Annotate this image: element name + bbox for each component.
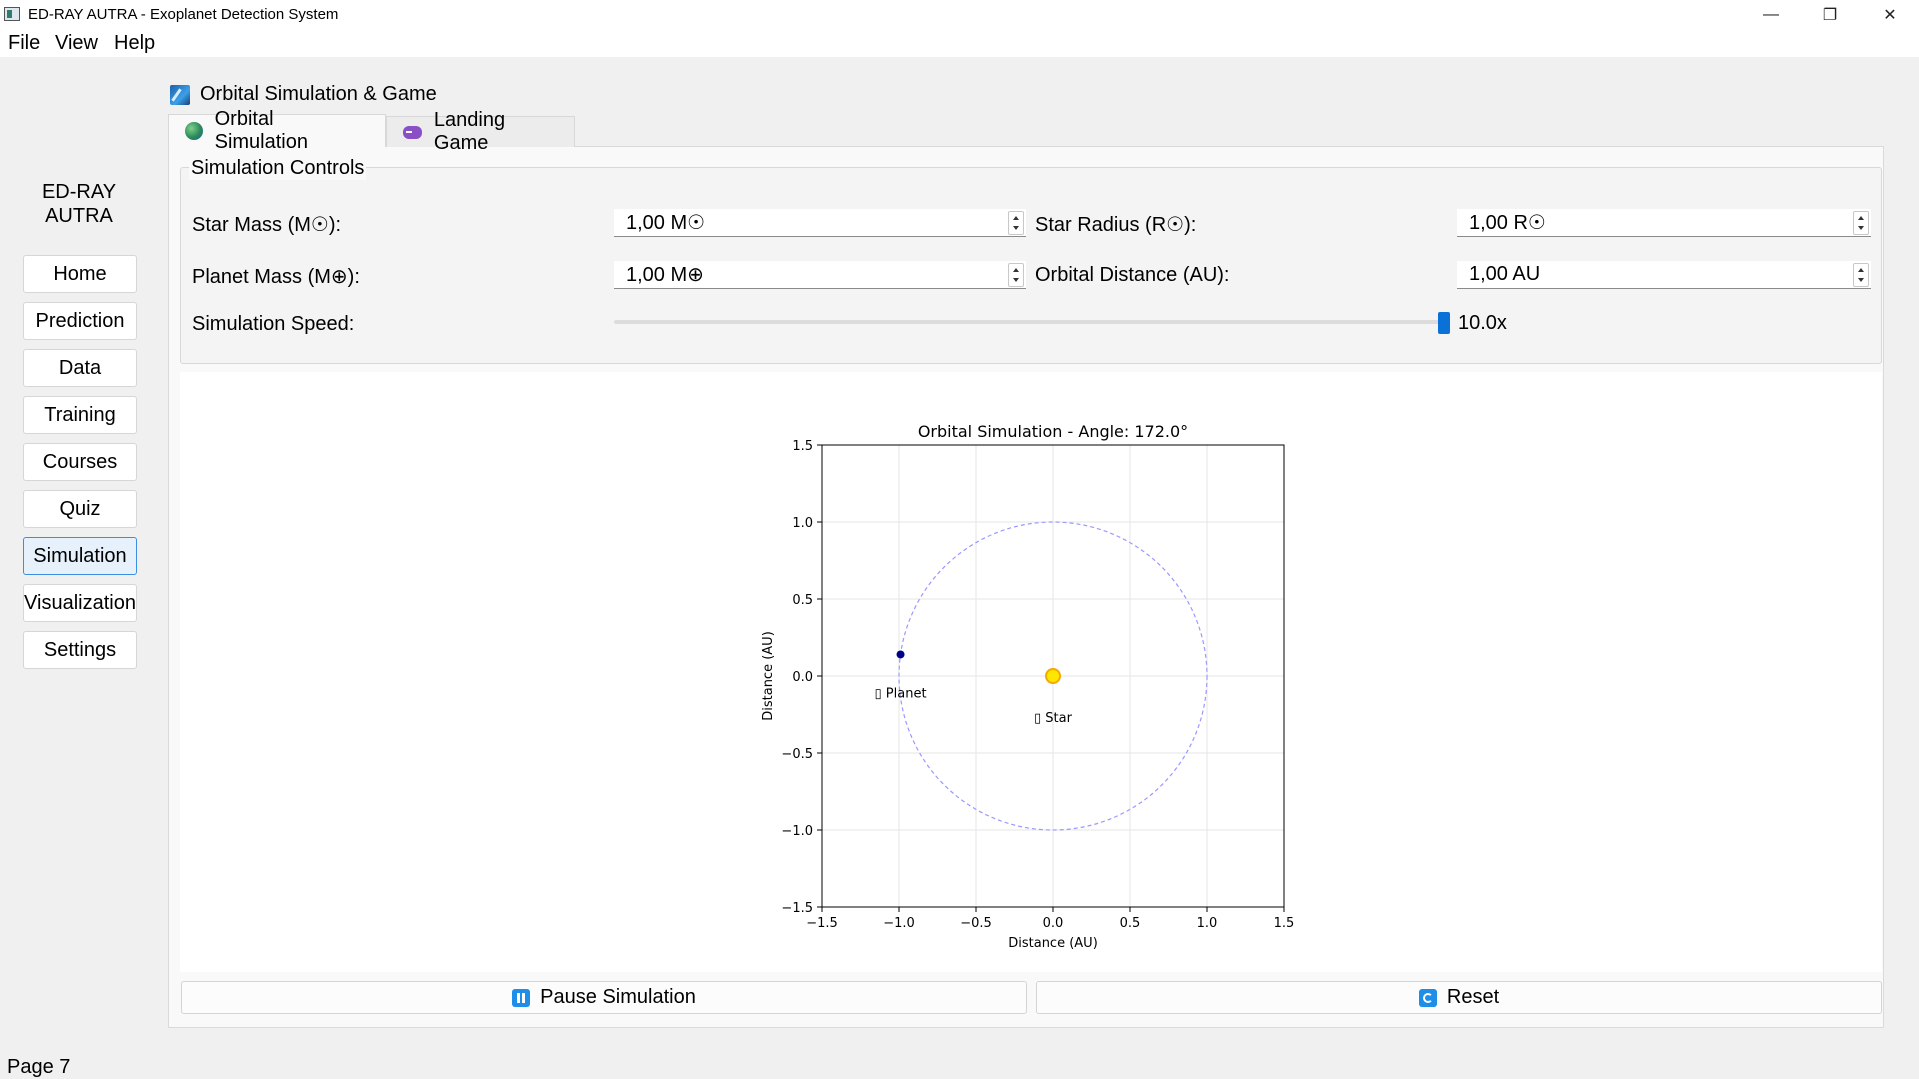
y-tick-label: 1.0 [792, 516, 813, 531]
star-radius-spinbox[interactable]: 1,00 R☉ [1457, 209, 1871, 237]
spin-arrows-icon[interactable] [1008, 210, 1024, 235]
star-radius-label: Star Radius (R☉): [1035, 214, 1197, 236]
sidebar-item-simulation[interactable]: Simulation [23, 537, 137, 575]
star-mass-value: 1,00 M☉ [626, 212, 706, 234]
sidebar-item-home[interactable]: Home [23, 255, 137, 293]
tab-label: Orbital Simulation [214, 108, 308, 153]
pause-simulation-button[interactable]: Pause Simulation [181, 981, 1027, 1014]
sidebar-item-settings[interactable]: Settings [23, 631, 137, 669]
sidebar-item-training[interactable]: Training [23, 396, 137, 434]
planet-mass-label: Planet Mass (M⊕): [192, 266, 360, 288]
group-title: Simulation Controls [189, 157, 367, 180]
star-mass-label: Star Mass (M☉): [192, 214, 342, 236]
planet-mass-spinbox[interactable]: 1,00 M⊕ [614, 261, 1026, 289]
y-tick-label: 1.5 [792, 439, 813, 454]
orbital-distance-label: Orbital Distance (AU): [1035, 264, 1230, 286]
y-axis-label: Distance (AU) [761, 631, 776, 721]
brand-line-2: AUTRA [45, 205, 113, 227]
brand-label: ED-RAY AUTRA [18, 180, 140, 228]
title-bar: ED-RAY AUTRA - Exoplanet Detection Syste… [0, 0, 1919, 29]
sidebar-item-data[interactable]: Data [23, 349, 137, 387]
star-marker [1045, 668, 1061, 684]
y-tick-label: 0.5 [792, 593, 813, 608]
speed-value: 10.0x [1458, 312, 1507, 334]
page-title-text: Orbital Simulation & Game [200, 83, 437, 105]
x-tick-label: −1.0 [883, 916, 915, 931]
minimize-button[interactable]: — [1742, 0, 1800, 29]
globe-icon [185, 122, 203, 140]
sidebar-item-quiz[interactable]: Quiz [23, 490, 137, 528]
tab-orbital-simulation[interactable]: Orbital Simulation [168, 108, 386, 153]
tab-landing-game[interactable]: Landing Game [386, 109, 575, 154]
pause-icon [512, 988, 531, 1007]
sidebar-item-courses[interactable]: Courses [23, 443, 137, 481]
orbital-plot-canvas: −1.5 1.5 −1.0 1.0 −0.5 0.5 0.0 0.0 0.5 −0.5 1.0 −1.… [180, 372, 1882, 972]
orbital-distance-spinbox[interactable]: 1,00 AU [1457, 261, 1871, 289]
x-tick-label: −0.5 [960, 916, 992, 931]
x-tick-label: 0.5 [1120, 916, 1141, 931]
y-tick-label: 0.0 [792, 670, 813, 685]
sidebar-item-prediction[interactable]: Prediction [23, 302, 137, 340]
planet-mass-value: 1,00 M⊕ [626, 264, 704, 286]
x-tick-label: 1.5 [1274, 916, 1295, 931]
gamepad-icon [403, 125, 422, 139]
y-tick-label: −1.5 [781, 901, 813, 916]
pause-label: Pause Simulation [540, 986, 696, 1008]
window-title: ED-RAY AUTRA - Exoplanet Detection Syste… [28, 6, 339, 23]
menu-help[interactable]: Help [114, 32, 155, 55]
restore-button[interactable]: ❐ [1801, 0, 1859, 29]
brand-line-1: ED-RAY [41, 181, 117, 203]
app-icon [4, 7, 20, 21]
spin-arrows-icon[interactable] [1853, 210, 1869, 235]
tab-label: Landing Game [433, 109, 506, 154]
page-title: Orbital Simulation & Game [170, 83, 437, 106]
menu-bar: File View Help [0, 29, 1919, 57]
speed-label: Simulation Speed: [192, 313, 355, 335]
reset-icon [1418, 988, 1437, 1007]
orbital-plot-svg: −1.5 1.5 −1.0 1.0 −0.5 0.5 0.0 0.0 0.5 −0.5 1.0 −1.… [761, 422, 1295, 951]
x-tick-label: 1.0 [1197, 916, 1218, 931]
planet-marker [896, 650, 905, 659]
planet-label: ▯ Planet [875, 686, 927, 701]
sidebar-item-visualization[interactable]: Visualization [23, 584, 137, 622]
reset-button[interactable]: Reset [1036, 981, 1882, 1014]
star-mass-spinbox[interactable]: 1,00 M☉ [614, 209, 1026, 237]
status-bar-page: Page 7 [7, 1056, 71, 1078]
speed-slider-handle[interactable] [1438, 312, 1450, 334]
spin-arrows-icon[interactable] [1853, 262, 1869, 287]
x-tick-label: 0.0 [1043, 916, 1064, 931]
menu-view[interactable]: View [55, 32, 98, 55]
menu-file[interactable]: File [8, 32, 40, 55]
comet-icon [170, 84, 190, 105]
orbital-distance-value: 1,00 AU [1469, 263, 1541, 285]
spin-arrows-icon[interactable] [1008, 262, 1024, 287]
chart-title: Orbital Simulation - Angle: 172.0° [918, 422, 1188, 441]
x-tick-label: −1.5 [806, 916, 838, 931]
star-radius-value: 1,00 R☉ [1469, 212, 1546, 234]
close-button[interactable]: ✕ [1861, 0, 1919, 29]
reset-label: Reset [1446, 986, 1500, 1008]
y-tick-label: −0.5 [781, 747, 813, 762]
x-axis-label: Distance (AU) [1008, 936, 1098, 951]
star-label: ▯ Star [1034, 711, 1073, 726]
y-tick-label: −1.0 [781, 824, 813, 839]
speed-slider-track[interactable] [614, 320, 1444, 324]
